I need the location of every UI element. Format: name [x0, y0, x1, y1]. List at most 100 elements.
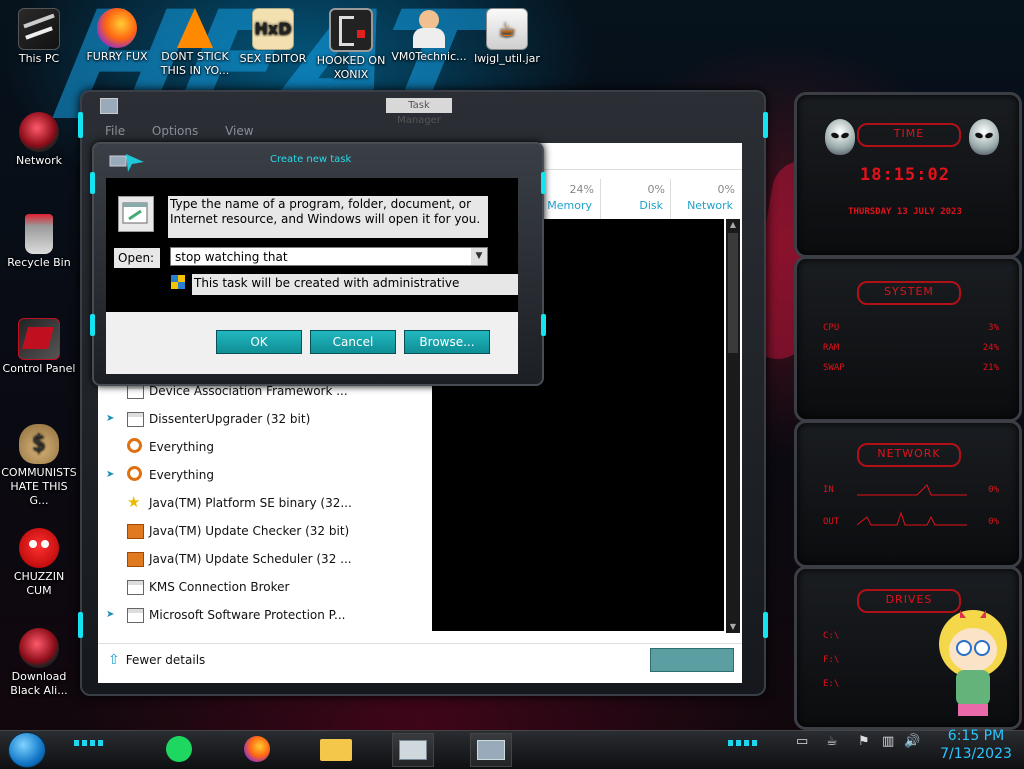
java-update-icon — [127, 552, 144, 567]
window-icon — [127, 384, 144, 399]
time-date: THURSDAY 13 JULY 2023 — [848, 207, 962, 217]
alienware-network-icon — [19, 112, 59, 152]
frame-accent — [541, 314, 546, 336]
admin-shield-icon — [170, 274, 186, 290]
drive-row-label: C:\ — [823, 631, 840, 641]
column-network[interactable]: 0% Network — [670, 179, 739, 219]
column-network-label: Network — [687, 199, 733, 212]
system-row-value: 21% — [982, 363, 999, 373]
taskbar-app-file-explorer[interactable] — [316, 733, 356, 765]
process-list-scrollbar[interactable]: ▲ ▼ — [726, 219, 740, 633]
tray-overflow-icon[interactable]: ▭ — [796, 734, 808, 749]
end-task-button[interactable] — [650, 648, 734, 672]
admin-privileges-note: This task will be created with administr… — [192, 274, 518, 309]
technician-icon — [409, 8, 449, 48]
column-network-percent: 0% — [717, 183, 735, 196]
taskbar-app-task-manager[interactable] — [392, 733, 434, 767]
desktop-icon-vm0technic[interactable]: VM0Technic... — [390, 8, 468, 64]
desktop-icon-recycle-bin[interactable]: Recycle Bin — [0, 214, 78, 270]
firefox-icon — [244, 736, 270, 762]
system-row-value: 3% — [988, 323, 999, 333]
column-disk-percent: 0% — [647, 183, 665, 196]
scroll-down-arrow-icon[interactable]: ▼ — [726, 621, 740, 633]
table-row[interactable]: ➤ DissenterUpgrader (32 bit) — [98, 405, 432, 433]
scrollbar-thumb[interactable] — [728, 233, 738, 353]
start-orb-button[interactable] — [8, 732, 46, 768]
menu-view[interactable]: View — [225, 124, 253, 138]
folder-icon — [320, 739, 352, 761]
taskbar-app-spotify[interactable] — [160, 733, 200, 765]
desktop-icon-label: Download Black Ali... — [10, 670, 68, 697]
desktop-icon-sex-editor[interactable]: HxD SEX EDITOR — [234, 8, 312, 66]
table-row[interactable]: Java(TM) Update Checker (32 bit) — [98, 517, 432, 545]
java-star-icon: ★ — [127, 493, 141, 511]
desktop-icon-label: VM0Technic... — [391, 50, 467, 63]
desktop-icon-download-black-alien[interactable]: Download Black Ali... — [0, 628, 78, 698]
network-row-label: IN — [823, 485, 834, 495]
control-panel-icon — [18, 318, 60, 360]
system-row-label: RAM — [823, 343, 840, 353]
desktop-icon-network[interactable]: Network — [0, 112, 78, 168]
java-jar-icon: ☕ — [486, 8, 528, 50]
expand-chevron-icon[interactable]: ➤ — [106, 405, 114, 433]
system-header: SYSTEM — [857, 281, 961, 305]
run-icon — [477, 740, 505, 760]
system-gadget: SYSTEM CPU 3% RAM 24% SWAP 21% — [794, 256, 1022, 422]
table-row[interactable]: Everything — [98, 433, 432, 461]
menu-options[interactable]: Options — [152, 124, 198, 138]
menu-file[interactable]: File — [105, 124, 125, 138]
table-row[interactable]: KMS Connection Broker — [98, 573, 432, 601]
table-row[interactable]: ★ Java(TM) Platform SE binary (32... — [98, 489, 432, 517]
window-icon — [127, 608, 144, 623]
dialog-title: Create new task — [270, 154, 352, 165]
open-combobox[interactable]: ▼ — [170, 247, 488, 266]
expand-chevron-icon[interactable]: ➤ — [106, 461, 114, 489]
table-row[interactable]: ➤ Everything — [98, 461, 432, 489]
desktop-icon-chuzzin[interactable]: CHUZZIN CUM — [0, 528, 78, 598]
taskbar-clock[interactable]: 6:15 PM 7/13/2023 — [934, 727, 1018, 763]
ok-button[interactable]: OK — [216, 330, 302, 354]
taskbar-app-run[interactable] — [470, 733, 512, 767]
taskbar — [0, 730, 1024, 769]
table-row[interactable]: Java(TM) Update Scheduler (32 ... — [98, 545, 432, 573]
flag-icon[interactable]: ⚑ — [858, 734, 870, 749]
scroll-up-arrow-icon[interactable]: ▲ — [726, 219, 740, 231]
network-tray-icon[interactable]: ▥ — [882, 734, 894, 749]
cartoon-character-sticker — [930, 604, 1016, 722]
vlc-cone-icon — [177, 8, 213, 48]
clock-date: 7/13/2023 — [940, 746, 1012, 762]
alien-head-icon — [969, 119, 999, 155]
desktop-icon-hooked-on-xonix[interactable]: HOOKED ON XONIX — [312, 8, 390, 82]
cancel-button[interactable]: Cancel — [310, 330, 396, 354]
desktop-icon-label: SEX EDITOR — [239, 52, 307, 65]
task-manager-icon — [399, 740, 427, 760]
volume-icon[interactable]: 🔊 — [904, 734, 920, 749]
expand-chevron-icon[interactable]: ➤ — [106, 601, 114, 629]
desktop-icon-label: Network — [16, 154, 62, 167]
desktop-icon-control-panel[interactable]: Control Panel — [0, 318, 78, 376]
column-disk[interactable]: 0% Disk — [600, 179, 669, 219]
system-row-value: 24% — [982, 343, 999, 353]
fewer-details-link[interactable]: ⇧ Fewer details — [108, 652, 205, 668]
open-input[interactable] — [171, 248, 475, 265]
desktop-icon-label: lwjgl_util.jar — [474, 52, 540, 65]
network-activity-graph — [857, 484, 967, 526]
browse-button[interactable]: Browse... — [404, 330, 490, 354]
java-tray-icon[interactable]: ☕ — [826, 734, 838, 749]
desktop-icon-lwjgl-util[interactable]: ☕ lwjgl_util.jar — [468, 8, 546, 66]
process-list: Device Association Framework ... ➤ Disse… — [98, 377, 432, 633]
recycle-bin-icon — [25, 214, 53, 254]
table-row[interactable]: ➤ Microsoft Software Protection P... — [98, 601, 432, 629]
frame-accent — [78, 112, 83, 138]
time-gadget: TIME 18:15:02 THURSDAY 13 JULY 2023 — [794, 92, 1022, 258]
frame-accent — [763, 112, 768, 138]
desktop-icon-communists[interactable]: $ COMMUNISTS HATE THIS G... — [0, 424, 78, 508]
desktop-icon-this-pc[interactable]: This PC — [0, 8, 78, 66]
chevron-down-icon[interactable]: ▼ — [471, 248, 487, 265]
frame-accent — [90, 172, 95, 194]
desktop-icon-furry-fux[interactable]: FURRY FUX — [78, 8, 156, 64]
desktop-icon-dont-stick[interactable]: DONT STICK THIS IN YO... — [156, 8, 234, 78]
taskbar-app-firefox[interactable] — [238, 733, 278, 765]
network-gadget: NETWORK IN 0% OUT 0% — [794, 420, 1022, 568]
desktop-icon-label: FURRY FUX — [86, 50, 148, 63]
